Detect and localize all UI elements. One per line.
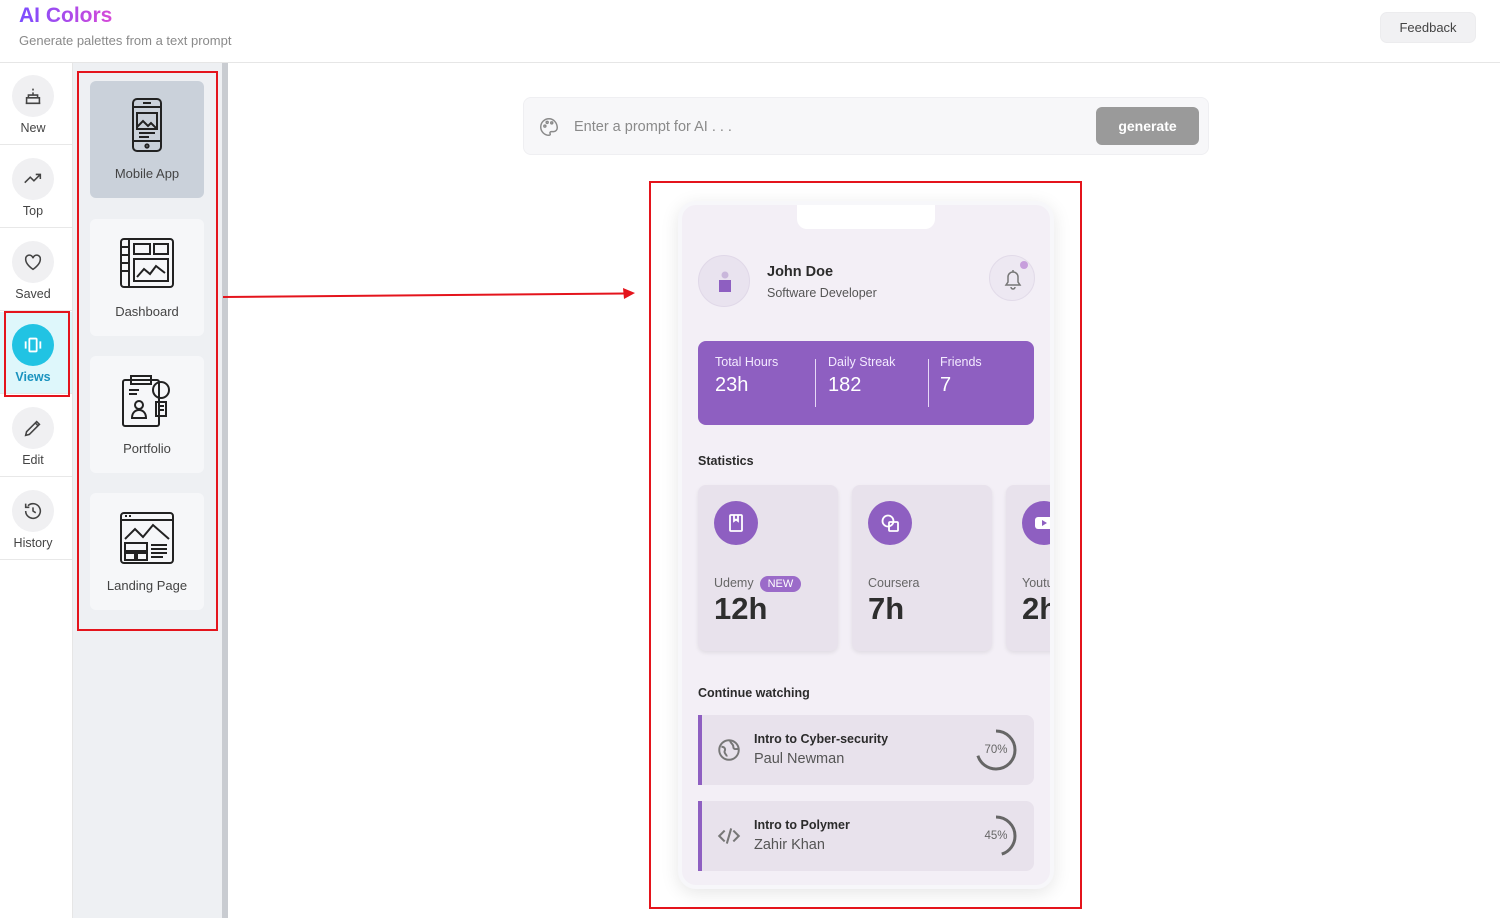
nav-label-history: History [13,536,53,550]
view-landing-page[interactable]: Landing Page [90,493,204,610]
book-icon [714,501,758,545]
nav-label-new: New [20,121,46,135]
generate-button[interactable]: generate [1096,107,1199,145]
nav-label-top: Top [22,204,44,218]
code-icon [717,828,741,844]
palette-icon [540,118,558,136]
progress-ring: 45% [974,814,1018,858]
watch-author: Zahir Khan [754,837,825,853]
stat-value: 23h [715,374,749,396]
stats-banner: Total Hours 23h Daily Streak 182 Friends… [698,341,1034,425]
view-label-mobile-app: Mobile App [114,166,180,181]
new-badge: NEW [759,576,802,592]
stat-value: 182 [828,374,862,396]
app-header: AI Colors Generate palettes from a text … [0,0,1500,63]
view-label-landing-page: Landing Page [106,578,188,593]
nav-item-new[interactable]: New [0,63,72,145]
app-subtitle: Generate palettes from a text prompt [19,33,232,48]
view-mobile-app[interactable]: Mobile App [90,81,204,198]
cake-icon [12,75,54,117]
dashboard-icon [120,238,174,288]
globe-icon [718,739,740,761]
progress-percent: 45% [984,830,1008,842]
nav-item-top[interactable]: Top [0,146,72,228]
left-nav-rail: New Top Saved Views Edit History [0,63,73,918]
nav-label-views: Views [15,370,51,384]
avatar [698,255,750,307]
play-icon [1022,501,1050,545]
views-icon [12,324,54,366]
course-card-coursera[interactable]: Coursera 7h [852,485,992,651]
stat-daily-streak: Daily Streak 182 [828,355,895,397]
notification-dot [1020,261,1028,269]
course-hours: 7h [868,591,905,626]
feedback-button[interactable]: Feedback [1380,12,1476,43]
nav-label-edit: Edit [22,453,44,467]
phone-notch [797,205,935,229]
nav-item-history[interactable]: History [0,478,72,560]
app-title: AI Colors [19,4,113,27]
nav-label-saved: Saved [15,287,51,301]
view-label-dashboard: Dashboard [115,304,179,319]
notification-bell[interactable] [989,255,1035,301]
panel-scrollbar[interactable] [222,63,228,918]
shapes-icon [868,501,912,545]
view-label-portfolio: Portfolio [123,441,171,456]
user-role: Software Developer [767,286,877,300]
stat-total-hours: Total Hours 23h [715,355,778,397]
prompt-bar: generate [523,97,1209,155]
continue-item-polymer[interactable]: Intro to Polymer Zahir Khan 45% [698,801,1034,871]
stat-label: Total Hours [715,355,779,369]
views-panel: Mobile App Dashboard Portfolio Landing P… [73,63,223,918]
history-icon [12,490,54,532]
progress-percent: 70% [984,744,1008,756]
portfolio-icon [122,375,170,427]
annotation-arrow [223,288,635,299]
watch-title: Intro to Polymer [754,818,850,832]
mobile-app-preview: John Doe Software Developer Total Hours … [678,201,1054,889]
landing-page-icon [120,512,174,564]
pencil-icon [12,407,54,449]
mobile-app-icon [132,98,162,152]
watch-title: Intro to Cyber-security [754,732,889,746]
stat-label: Daily Streak [828,355,896,369]
continue-watching-title: Continue watching [698,686,810,700]
course-name: Udemy NEW [714,576,802,592]
user-name: John Doe [767,264,834,280]
view-portfolio[interactable]: Portfolio [90,356,204,473]
course-card-udemy[interactable]: Udemy NEW 12h [698,485,838,651]
nav-item-edit[interactable]: Edit [0,395,72,477]
prompt-input[interactable] [574,114,1074,140]
course-name: Youtube [1022,576,1054,590]
course-hours: 2h [1022,591,1050,626]
stat-divider [928,359,929,407]
view-dashboard[interactable]: Dashboard [90,219,204,336]
statistics-title: Statistics [698,454,754,468]
bell-icon [1004,270,1022,290]
stat-value: 7 [940,374,952,396]
course-hours: 12h [714,591,768,626]
course-name: Coursera [868,576,920,590]
progress-ring: 70% [974,728,1018,772]
trending-up-icon [12,158,54,200]
continue-item-cyber-security[interactable]: Intro to Cyber-security Paul Newman 70% [698,715,1034,785]
stat-label: Friends [940,355,982,369]
heart-icon [12,241,54,283]
course-card-youtube[interactable]: Youtube 2h [1006,485,1054,651]
watch-author: Paul Newman [754,751,845,767]
stat-divider [815,359,816,407]
nav-item-views[interactable]: Views [0,312,72,394]
nav-item-saved[interactable]: Saved [0,229,72,311]
stat-friends: Friends 7 [940,355,982,397]
